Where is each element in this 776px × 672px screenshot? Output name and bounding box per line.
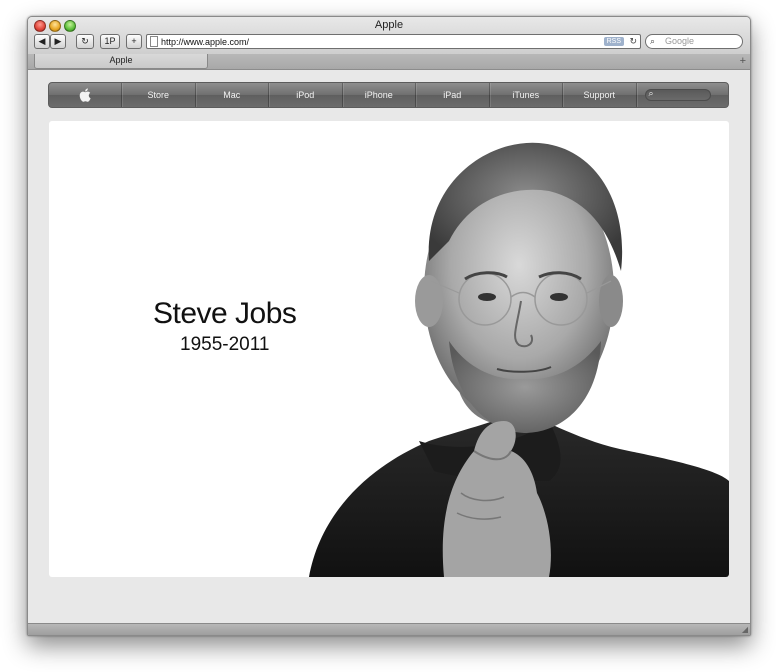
nav-ipod[interactable]: iPod [269,83,343,107]
nav-mac[interactable]: Mac [196,83,269,107]
search-placeholder: Google [665,36,695,46]
portrait-image [309,142,729,577]
resize-grip-icon[interactable]: ◢ [742,625,748,634]
new-tab-button[interactable]: + [740,54,746,68]
rss-button[interactable]: RSS [603,37,624,46]
page-content: Store Mac iPod iPhone iPad iTunes Suppor… [28,70,750,624]
nav-search-icon: ⌕ [648,88,654,98]
window-status-bar: ◢ [28,623,750,635]
reload-button[interactable]: ↻ [76,34,94,49]
apple-logo-icon [79,88,91,102]
search-icon: ⌕ [650,36,656,46]
window-titlebar: Apple ◀ ▶ ↻ 1P + http://www.apple.com/ R… [28,17,750,70]
apple-global-nav: Store Mac iPod iPhone iPad iTunes Suppor… [48,82,729,108]
add-bookmark-button[interactable]: + [126,34,142,49]
nav-apple-logo[interactable] [49,83,122,107]
address-url[interactable]: http://www.apple.com/ [161,36,249,48]
back-button[interactable]: ◀ [34,34,50,49]
nav-support[interactable]: Support [563,83,637,107]
forward-button[interactable]: ▶ [50,34,66,49]
hero-banner[interactable]: Steve Jobs 1955-2011 [49,121,729,577]
tab-apple[interactable]: Apple [34,54,208,69]
address-reload-icon[interactable]: ↻ [629,35,637,48]
nav-ipad[interactable]: iPad [416,83,490,107]
nav-itunes[interactable]: iTunes [490,83,563,107]
nav-search[interactable]: ⌕ [637,83,729,107]
search-field[interactable]: ⌕ Google [645,34,743,49]
onepassword-button[interactable]: 1P [100,34,120,49]
nav-iphone[interactable]: iPhone [343,83,416,107]
page-icon [150,36,158,47]
nav-store[interactable]: Store [122,83,196,107]
nav-search-field[interactable]: ⌕ [644,88,711,101]
window-title: Apple [374,19,404,31]
browser-window: Apple ◀ ▶ ↻ 1P + http://www.apple.com/ R… [27,16,751,636]
address-bar[interactable]: http://www.apple.com/ RSS ↻ [146,34,641,49]
tab-bar: Apple + [28,54,750,69]
